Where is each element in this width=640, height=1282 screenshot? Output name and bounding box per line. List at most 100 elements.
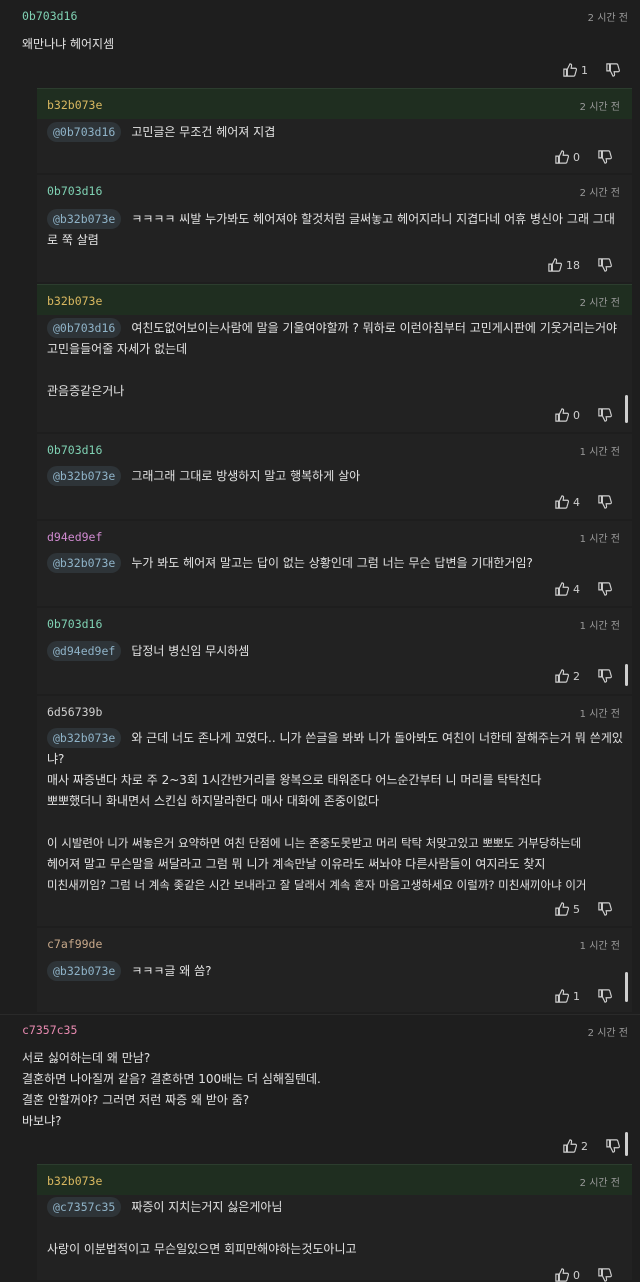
comment-line: 냐? [47,752,65,766]
like-icon[interactable] [555,989,569,1003]
comment-line: 관음증같은거나 [47,384,125,398]
comment-author[interactable]: 0b703d16 [47,443,102,457]
dislike-icon[interactable] [606,63,620,77]
comment-header: c7357c35 2 시간 전 [0,1015,640,1045]
comment-actions: 2 [563,1139,620,1153]
comment-header: 0b703d16 1 시간 전 [37,434,632,464]
comment-c9: c7af99de 1 시간 전 @b32b073e ㅋㅋㅋ글 왜 씀? 1 [37,928,632,1012]
like-count: 0 [573,408,580,422]
comment-c11: b32b073e 2 시간 전 @c7357c35 짜증이 지치는거지 싫은게아님… [37,1164,632,1282]
comment-author[interactable]: 0b703d16 [47,184,102,198]
comment-line: 이 시발련아 니가 써놓은거 요약하면 여친 단점에 니는 존중도못받고 머리 … [47,836,582,850]
like-icon[interactable] [555,408,569,422]
like-icon[interactable] [548,258,562,272]
dislike-icon[interactable] [598,258,612,272]
like-count: 2 [581,1139,588,1153]
like-icon[interactable] [555,150,569,164]
comment-header: b32b073e 2 시간 전 [37,88,632,119]
comment-author[interactable]: 0b703d16 [22,9,77,23]
scrollbar-thumb[interactable] [625,664,628,686]
comment-time: 2 시간 전 [579,1178,620,1189]
comment-header: 0b703d16 1 시간 전 [37,608,632,638]
like-count: 5 [573,902,580,916]
dislike-icon[interactable] [598,902,612,916]
comment-c3: 0b703d16 2 시간 전 @b32b073e ㅋㅋㅋㅋ 씨발 누가봐도 헤어… [37,175,632,282]
comment-body: @c7357c35 짜증이 지치는거지 싫은게아님 사랑이 이분법적이고 무슨일있… [47,1197,622,1260]
like-icon[interactable] [555,902,569,916]
comment-body: @b32b073e ㅋㅋㅋㅋ 씨발 누가봐도 헤어져야 할것처럼 글써놓고 헤어지… [47,209,622,251]
like-count: 18 [566,258,580,272]
like-icon[interactable] [563,63,577,77]
mention-tag[interactable]: @b32b073e [47,553,122,573]
like-count: 0 [573,150,580,164]
comment-line: 결혼 안할꺼야? 그러면 저런 짜증 왜 받아 줌? [22,1093,250,1107]
scrollbar-thumb[interactable] [625,1132,628,1156]
mention-tag[interactable]: @d94ed9ef [47,641,122,661]
comment-time: 1 시간 전 [579,709,620,720]
comment-time: 2 시간 전 [579,298,620,309]
comment-author[interactable]: 6d56739b [47,705,102,719]
mention-tag[interactable]: @b32b073e [47,728,122,748]
mention-tag[interactable]: @b32b073e [47,209,122,229]
comment-author[interactable]: b32b073e [47,1174,102,1188]
comment-author[interactable]: d94ed9ef [47,530,102,544]
comment-line: 고민글은 무조건 헤어져 지겹 [131,125,276,139]
comment-author[interactable]: b32b073e [47,98,102,112]
comment-actions: 4 [555,582,612,596]
comment-author[interactable]: b32b073e [47,294,102,308]
mention-tag[interactable]: @b32b073e [47,466,122,486]
comment-body: 왜만나냐 헤어지셈 [22,34,630,55]
comment-body: @d94ed9ef 답정너 병신임 무시하셈 [47,641,622,662]
comment-body: 서로 싫어하는데 왜 만남? 결혼하면 나아질꺼 같음? 결혼하면 100배는 … [22,1048,630,1132]
comment-line: 고민을들어줄 자세가 없는데 [47,342,188,356]
comment-time: 2 시간 전 [579,102,620,113]
dislike-icon[interactable] [606,1139,620,1153]
dislike-icon[interactable] [598,150,612,164]
like-icon[interactable] [555,582,569,596]
mention-tag[interactable]: @0b703d16 [47,122,122,142]
like-icon[interactable] [555,495,569,509]
comment-author[interactable]: c7af99de [47,937,102,951]
comment-actions: 1 [555,989,612,1003]
comment-header: b32b073e 2 시간 전 [37,284,632,315]
comment-header: b32b073e 2 시간 전 [37,1164,632,1195]
comment-header: 6d56739b 1 시간 전 [37,696,632,726]
comment-c10: c7357c35 2 시간 전 서로 싫어하는데 왜 만남? 결혼하면 나아질꺼… [0,1014,640,1163]
like-icon[interactable] [563,1139,577,1153]
comment-body: @b32b073e 누가 봐도 헤어져 말고는 답이 없는 상황인데 그럼 너는 … [47,553,622,574]
like-icon[interactable] [555,669,569,683]
comment-author[interactable]: 0b703d16 [47,617,102,631]
comment-actions: 1 [563,63,620,77]
dislike-icon[interactable] [598,989,612,1003]
scrollbar-thumb[interactable] [625,972,628,1002]
dislike-icon[interactable] [598,408,612,422]
comment-header: c7af99de 1 시간 전 [37,928,632,958]
scrollbar-thumb[interactable] [625,395,628,423]
comment-line: 답정너 병신임 무시하셈 [131,644,250,658]
comment-body: @b32b073e ㅋㅋㅋ글 왜 씀? [47,961,622,982]
like-count: 1 [581,63,588,77]
comment-line [47,360,622,381]
comment-c2: b32b073e 2 시간 전 @0b703d16 고민글은 무조건 헤어져 지겹… [37,88,632,173]
dislike-icon[interactable] [598,582,612,596]
comment-line: 서로 싫어하는데 왜 만남? [22,1051,151,1065]
comment-body: @b32b073e 와 근데 너도 존나게 꼬였다.. 니가 쓴글을 봐봐 니가 … [47,728,623,896]
comment-header: 0b703d16 2 시간 전 [0,0,640,30]
mention-tag[interactable]: @0b703d16 [47,318,122,338]
dislike-icon[interactable] [598,669,612,683]
comment-actions: 2 [555,669,612,683]
comment-author[interactable]: c7357c35 [22,1023,77,1037]
comment-c1: 0b703d16 2 시간 전 왜만나냐 헤어지셈 1 [0,0,640,86]
comment-line: 로 쭉 살렴 [47,233,99,247]
comment-line: 여친도없어보이는사람에 말을 기울여야할까 ? 뭐하로 이런아침부터 고민게시판… [131,321,618,335]
comment-time: 1 시간 전 [579,941,620,952]
comment-actions: 18 [548,258,612,272]
mention-tag[interactable]: @b32b073e [47,961,122,981]
comment-body: @0b703d16 여친도없어보이는사람에 말을 기울여야할까 ? 뭐하로 이런아… [47,318,622,402]
dislike-icon[interactable] [598,495,612,509]
comment-c6: d94ed9ef 1 시간 전 @b32b073e 누가 봐도 헤어져 말고는 답… [37,521,632,606]
mention-tag[interactable]: @c7357c35 [47,1197,122,1217]
comment-actions: 0 [555,150,612,164]
comment-line: ㅋㅋㅋㅋ 씨발 누가봐도 헤어져야 할것처럼 글써놓고 헤어지라니 지겹다네 어… [131,212,615,226]
comment-line: 헤어져 말고 무슨말을 써달라고 그럼 뭐 니가 계속만날 이유라도 써놔야 다… [47,857,546,871]
